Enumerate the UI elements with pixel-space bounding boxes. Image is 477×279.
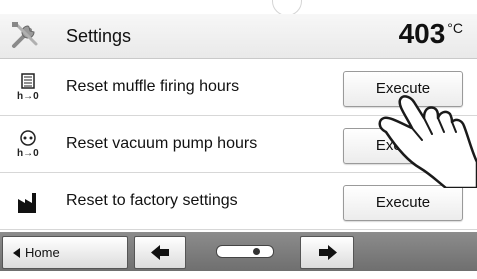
arrow-right-icon [319, 245, 337, 260]
factory-icon [18, 193, 36, 213]
forward-button[interactable] [300, 236, 354, 269]
settings-row-factory: Reset to factory settings Execute [0, 173, 477, 230]
settings-row-vacuum: h→0 Reset vacuum pump hours Execute [0, 116, 477, 173]
svg-text:h→0: h→0 [17, 91, 39, 101]
vacuum-pump-icon: h→0 [17, 130, 39, 158]
row-label: Reset muffle firing hours [66, 78, 240, 95]
temperature-readout: 403 °C [399, 18, 463, 50]
header-bar: Settings 403 °C [0, 14, 477, 59]
execute-vacuum-reset-button[interactable]: Execute [343, 128, 463, 164]
svg-text:h→0: h→0 [17, 148, 39, 158]
tools-icon [12, 22, 38, 48]
slider-knob[interactable] [252, 248, 260, 255]
footer-bar: Home [0, 232, 477, 271]
page-slider[interactable] [216, 245, 274, 258]
execute-muffle-reset-button[interactable]: Execute [343, 71, 463, 107]
muffle-hours-icon: h→0 [17, 73, 39, 101]
row-label: Reset to factory settings [66, 192, 238, 209]
execute-factory-reset-button[interactable]: Execute [343, 185, 463, 221]
temperature-value: 403 [398, 18, 446, 49]
arrow-left-icon [151, 245, 169, 260]
row-label: Reset vacuum pump hours [66, 135, 258, 152]
home-label: Home [25, 245, 60, 260]
settings-row-muffle: h→0 Reset muffle firing hours Execute [0, 59, 477, 116]
back-button[interactable] [134, 236, 186, 269]
temperature-unit: °C [447, 20, 463, 36]
page-title: Settings [66, 26, 132, 46]
home-button[interactable]: Home [2, 236, 128, 269]
home-arrow-icon [13, 248, 20, 258]
